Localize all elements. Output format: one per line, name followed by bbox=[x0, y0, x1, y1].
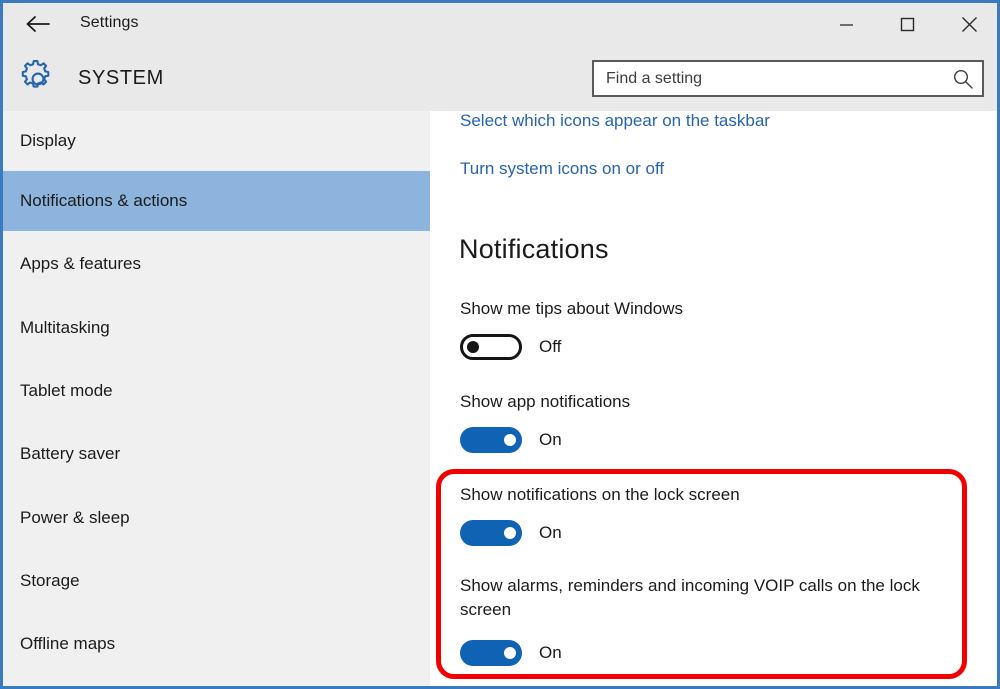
page-header: SYSTEM bbox=[3, 45, 997, 111]
sidebar-item-tablet-mode[interactable]: Tablet mode bbox=[3, 361, 430, 421]
search-box[interactable] bbox=[592, 60, 984, 97]
toggle-state-lock-screen-notifications: On bbox=[539, 523, 562, 542]
title-bar: Settings bbox=[3, 3, 997, 45]
sidebar-item-display[interactable]: Display bbox=[3, 111, 430, 171]
sidebar-item-label: Power & sleep bbox=[20, 508, 130, 527]
settings-window: Settings SYSTEM Find a setting Display N… bbox=[0, 0, 1000, 689]
setting-label-show-tips: Show me tips about Windows bbox=[460, 299, 683, 318]
sidebar-item-label: Battery saver bbox=[20, 444, 121, 463]
sidebar-item-notifications-and-actions[interactable]: Notifications & actions bbox=[3, 171, 430, 231]
toggle-lock-screen-notifications[interactable] bbox=[460, 520, 522, 546]
toggle-knob bbox=[504, 527, 516, 539]
toggle-row-show-tips[interactable]: Off bbox=[460, 334, 561, 360]
toggle-show-app-notifications[interactable] bbox=[460, 427, 522, 453]
sidebar-item-label: Offline maps bbox=[20, 634, 116, 653]
toggle-knob bbox=[504, 434, 516, 446]
minimize-button[interactable] bbox=[824, 3, 869, 45]
page-title: SYSTEM bbox=[78, 67, 164, 89]
sidebar-item-label: Display bbox=[20, 131, 76, 150]
setting-label-lock-screen-notifications: Show notifications on the lock screen bbox=[460, 485, 740, 504]
toggle-row-show-app-notifications[interactable]: On bbox=[460, 427, 562, 453]
settings-content: Select which icons appear on the taskbar… bbox=[430, 111, 997, 686]
toggle-state-show-tips: Off bbox=[539, 337, 562, 356]
toggle-show-tips[interactable] bbox=[460, 334, 522, 360]
gear-icon bbox=[17, 58, 59, 100]
close-button[interactable] bbox=[947, 3, 992, 45]
link-turn-system-icons-on-or-off[interactable]: Turn system icons on or off bbox=[460, 159, 664, 179]
maximize-button[interactable] bbox=[885, 3, 930, 45]
sidebar-item-label: Storage bbox=[20, 571, 80, 590]
toggle-knob bbox=[504, 647, 516, 659]
sidebar-item-label: Tablet mode bbox=[20, 381, 113, 400]
sidebar-item-storage[interactable]: Storage bbox=[3, 551, 430, 611]
toggle-alarms-reminders-voip[interactable] bbox=[460, 640, 522, 666]
toggle-row-lock-screen-notifications[interactable]: On bbox=[460, 520, 562, 546]
sidebar-item-label: Apps & features bbox=[20, 254, 141, 273]
search-icon[interactable] bbox=[952, 68, 974, 90]
toggle-knob bbox=[467, 341, 479, 353]
sidebar-item-multitasking[interactable]: Multitasking bbox=[3, 298, 430, 358]
link-select-taskbar-icons[interactable]: Select which icons appear on the taskbar bbox=[460, 111, 770, 131]
section-heading: Notifications bbox=[459, 234, 609, 264]
setting-label-alarms-reminders-voip: Show alarms, reminders and incoming VOIP… bbox=[460, 576, 920, 619]
toggle-row-alarms-reminders-voip[interactable]: On bbox=[460, 640, 562, 666]
sidebar-item-power-and-sleep[interactable]: Power & sleep bbox=[3, 488, 430, 548]
toggle-state-alarms-reminders-voip: On bbox=[539, 643, 562, 662]
settings-sidebar: Display Notifications & actions Apps & f… bbox=[3, 111, 430, 686]
sidebar-item-offline-maps[interactable]: Offline maps bbox=[3, 614, 430, 674]
window-title: Settings bbox=[80, 14, 139, 31]
search-input[interactable] bbox=[594, 62, 944, 95]
sidebar-item-apps-and-features[interactable]: Apps & features bbox=[3, 234, 430, 294]
sidebar-item-battery-saver[interactable]: Battery saver bbox=[3, 424, 430, 484]
toggle-state-show-app-notifications: On bbox=[539, 430, 562, 449]
sidebar-item-label: Multitasking bbox=[20, 318, 110, 337]
sidebar-item-label: Notifications & actions bbox=[20, 191, 188, 210]
setting-label-show-app-notifications: Show app notifications bbox=[460, 392, 631, 411]
back-button[interactable] bbox=[17, 8, 59, 40]
